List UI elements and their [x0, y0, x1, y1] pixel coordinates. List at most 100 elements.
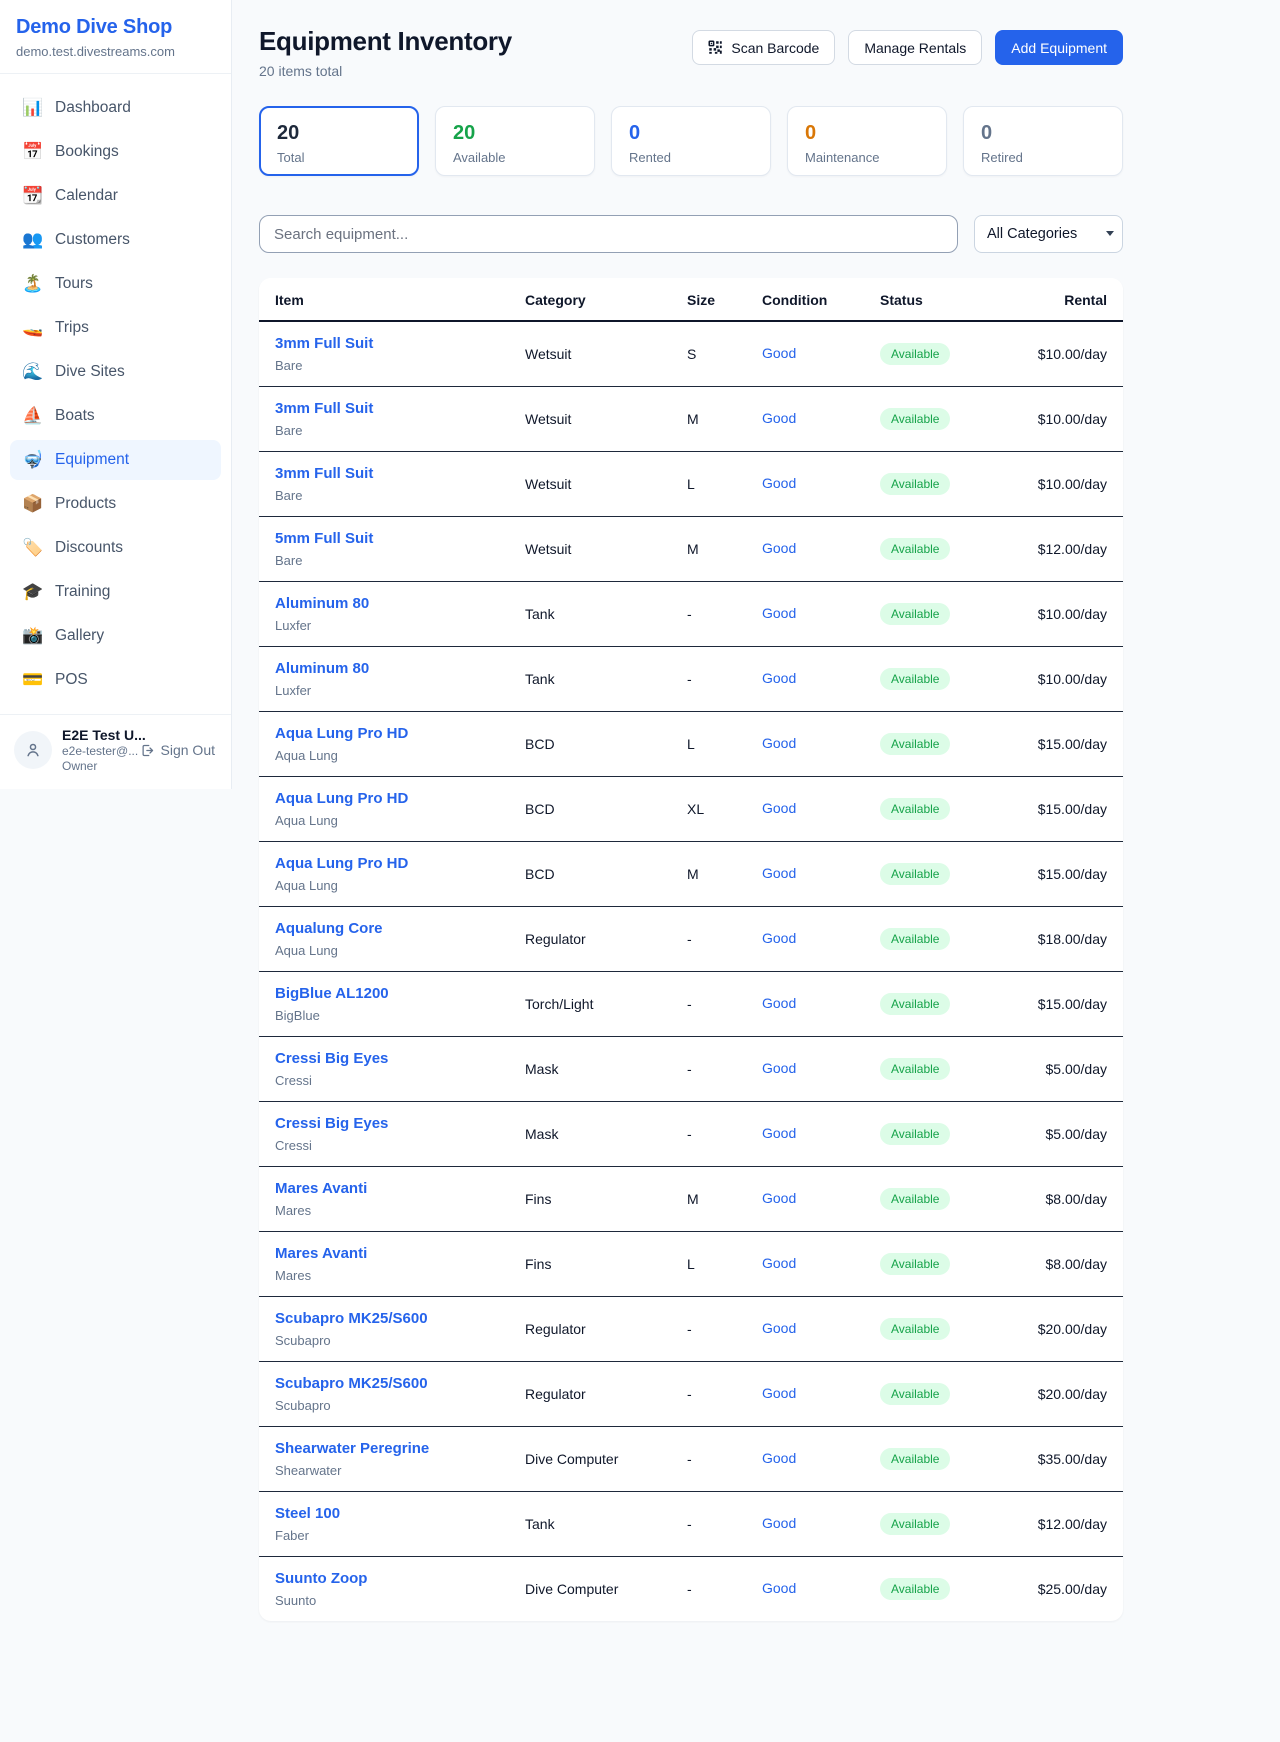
- item-size: -: [671, 1427, 746, 1492]
- sidebar-item-gallery[interactable]: 📸 Gallery: [10, 616, 221, 656]
- item-link[interactable]: 5mm Full Suit: [275, 530, 373, 547]
- item-link[interactable]: Scubapro MK25/S600: [275, 1375, 428, 1392]
- table-row: Suunto Zoop Suunto Dive Computer - Good …: [259, 1557, 1123, 1622]
- sidebar-item-discounts[interactable]: 🏷️ Discounts: [10, 528, 221, 568]
- condition-link[interactable]: Good: [762, 1125, 796, 1141]
- column-header-rental: Rental: [1009, 278, 1123, 321]
- item-link[interactable]: Mares Avanti: [275, 1245, 367, 1262]
- add-equipment-button[interactable]: Add Equipment: [995, 30, 1123, 65]
- sidebar-item-dashboard[interactable]: 📊 Dashboard: [10, 88, 221, 128]
- item-link[interactable]: Aqua Lung Pro HD: [275, 855, 408, 872]
- sidebar-item-label: Discounts: [55, 539, 123, 557]
- item-category: Dive Computer: [509, 1557, 671, 1622]
- table-row: Aqua Lung Pro HD Aqua Lung BCD XL Good A…: [259, 777, 1123, 842]
- stat-card-maintenance[interactable]: 0 Maintenance: [787, 106, 947, 176]
- category-select[interactable]: All Categories: [974, 215, 1123, 253]
- item-brand: Mares: [275, 1268, 493, 1283]
- boats-icon: ⛵: [22, 406, 42, 426]
- condition-link[interactable]: Good: [762, 1320, 796, 1336]
- search-input[interactable]: [259, 215, 958, 253]
- item-link[interactable]: 3mm Full Suit: [275, 335, 373, 352]
- sidebar-item-products[interactable]: 📦 Products: [10, 484, 221, 524]
- stat-card-rented[interactable]: 0 Rented: [611, 106, 771, 176]
- status-badge: Available: [880, 473, 950, 495]
- status-badge: Available: [880, 798, 950, 820]
- item-link[interactable]: Cressi Big Eyes: [275, 1115, 388, 1132]
- condition-link[interactable]: Good: [762, 410, 796, 426]
- condition-link[interactable]: Good: [762, 995, 796, 1011]
- equipment-table: Item Category Size Condition Status Rent…: [259, 278, 1123, 1621]
- item-brand: Faber: [275, 1528, 493, 1543]
- condition-link[interactable]: Good: [762, 735, 796, 751]
- stat-card-available[interactable]: 20 Available: [435, 106, 595, 176]
- item-category: Fins: [509, 1167, 671, 1232]
- stat-card-retired[interactable]: 0 Retired: [963, 106, 1123, 176]
- sidebar-item-dive-sites[interactable]: 🌊 Dive Sites: [10, 352, 221, 392]
- sidebar-item-pos[interactable]: 💳 POS: [10, 660, 221, 700]
- sidebar-item-training[interactable]: 🎓 Training: [10, 572, 221, 612]
- condition-link[interactable]: Good: [762, 1190, 796, 1206]
- sidebar-item-label: Bookings: [55, 143, 119, 161]
- condition-link[interactable]: Good: [762, 865, 796, 881]
- item-category: Wetsuit: [509, 321, 671, 387]
- stat-card-total[interactable]: 20 Total: [259, 106, 419, 176]
- stat-label: Retired: [981, 150, 1105, 165]
- item-rental: $10.00/day: [1009, 582, 1123, 647]
- item-category: Wetsuit: [509, 452, 671, 517]
- item-link[interactable]: Aluminum 80: [275, 595, 369, 612]
- condition-link[interactable]: Good: [762, 800, 796, 816]
- condition-link[interactable]: Good: [762, 1580, 796, 1596]
- condition-link[interactable]: Good: [762, 1515, 796, 1531]
- sign-out-button[interactable]: Sign Out: [138, 740, 217, 760]
- status-badge: Available: [880, 1318, 950, 1340]
- item-brand: Bare: [275, 488, 493, 503]
- sidebar-item-tours[interactable]: 🏝️ Tours: [10, 264, 221, 304]
- brand-name[interactable]: Demo Dive Shop: [16, 16, 215, 39]
- item-link[interactable]: Suunto Zoop: [275, 1570, 367, 1587]
- sign-out-label: Sign Out: [161, 742, 215, 758]
- item-size: M: [671, 387, 746, 452]
- condition-link[interactable]: Good: [762, 930, 796, 946]
- item-link[interactable]: 3mm Full Suit: [275, 465, 373, 482]
- item-category: Torch/Light: [509, 972, 671, 1037]
- condition-link[interactable]: Good: [762, 345, 796, 361]
- sidebar-item-bookings[interactable]: 📅 Bookings: [10, 132, 221, 172]
- condition-link[interactable]: Good: [762, 540, 796, 556]
- condition-link[interactable]: Good: [762, 1385, 796, 1401]
- item-category: Fins: [509, 1232, 671, 1297]
- sidebar-item-boats[interactable]: ⛵ Boats: [10, 396, 221, 436]
- condition-link[interactable]: Good: [762, 1450, 796, 1466]
- sidebar-item-trips[interactable]: 🚤 Trips: [10, 308, 221, 348]
- condition-link[interactable]: Good: [762, 670, 796, 686]
- item-link[interactable]: Scubapro MK25/S600: [275, 1310, 428, 1327]
- item-link[interactable]: Steel 100: [275, 1505, 340, 1522]
- calendar-icon: 📆: [22, 186, 42, 206]
- condition-link[interactable]: Good: [762, 475, 796, 491]
- item-link[interactable]: Mares Avanti: [275, 1180, 367, 1197]
- condition-link[interactable]: Good: [762, 1060, 796, 1076]
- sidebar-item-equipment[interactable]: 🤿 Equipment: [10, 440, 221, 480]
- item-category: Dive Computer: [509, 1427, 671, 1492]
- manage-rentals-button[interactable]: Manage Rentals: [848, 30, 982, 65]
- item-link[interactable]: Aqualung Core: [275, 920, 383, 937]
- sidebar-item-calendar[interactable]: 📆 Calendar: [10, 176, 221, 216]
- status-badge: Available: [880, 603, 950, 625]
- item-link[interactable]: Aluminum 80: [275, 660, 369, 677]
- item-link[interactable]: Shearwater Peregrine: [275, 1440, 429, 1457]
- item-category: Wetsuit: [509, 517, 671, 582]
- item-link[interactable]: BigBlue AL1200: [275, 985, 389, 1002]
- brand-domain: demo.test.divestreams.com: [16, 44, 215, 59]
- condition-link[interactable]: Good: [762, 605, 796, 621]
- item-link[interactable]: Cressi Big Eyes: [275, 1050, 388, 1067]
- sign-out-icon: [140, 743, 155, 758]
- sidebar-item-customers[interactable]: 👥 Customers: [10, 220, 221, 260]
- condition-link[interactable]: Good: [762, 1255, 796, 1271]
- scan-barcode-button[interactable]: Scan Barcode: [692, 30, 835, 65]
- item-link[interactable]: Aqua Lung Pro HD: [275, 725, 408, 742]
- stat-label: Available: [453, 150, 577, 165]
- item-link[interactable]: 3mm Full Suit: [275, 400, 373, 417]
- item-link[interactable]: Aqua Lung Pro HD: [275, 790, 408, 807]
- item-category: Tank: [509, 582, 671, 647]
- sidebar-item-label: POS: [55, 671, 88, 689]
- status-badge: Available: [880, 863, 950, 885]
